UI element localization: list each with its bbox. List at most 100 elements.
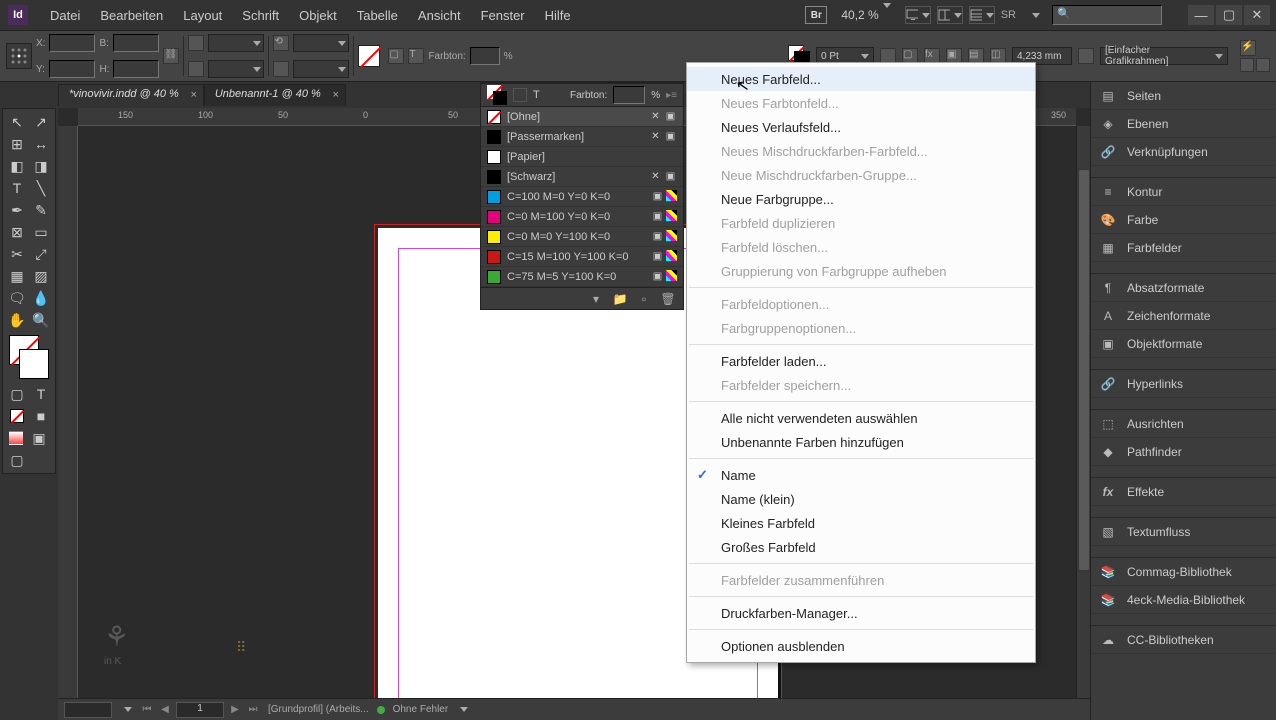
selection-tool[interactable]: ↖ bbox=[5, 111, 29, 133]
delete-swatch-icon[interactable]: 🗑 bbox=[659, 291, 677, 307]
rotate-icon[interactable]: ⟲ bbox=[273, 35, 289, 51]
menu-schrift[interactable]: Schrift bbox=[232, 2, 289, 29]
container-icon[interactable]: ▢ bbox=[388, 48, 404, 64]
note-tool[interactable]: 🗨 bbox=[5, 287, 29, 309]
text-icon[interactable]: T bbox=[408, 48, 424, 64]
preflight-profile[interactable]: [Grundprofil] (Arbeits... bbox=[268, 704, 369, 715]
swatch-row[interactable]: C=100 M=0 Y=0 K=0▣ bbox=[481, 187, 683, 207]
scale-y-icon[interactable] bbox=[188, 61, 204, 77]
doc-tab-1[interactable]: Unbenannt-1 @ 40 %× bbox=[204, 84, 346, 106]
scrollbar-vertical[interactable] bbox=[1076, 126, 1090, 698]
swatch-row[interactable]: [Ohne]✕▣ bbox=[481, 107, 683, 127]
close-icon[interactable]: × bbox=[190, 89, 196, 101]
gap-tool[interactable]: ↔ bbox=[29, 133, 53, 155]
format-container-icon[interactable]: ▢ bbox=[5, 383, 29, 405]
rectangle-frame-tool[interactable]: ⊠ bbox=[5, 221, 29, 243]
pen-tool[interactable]: ✒ bbox=[5, 199, 29, 221]
gradient-swatch-tool[interactable]: ▦ bbox=[5, 265, 29, 287]
direct-selection-tool[interactable]: ↗ bbox=[29, 111, 53, 133]
ctx-item[interactable]: Name (klein) bbox=[687, 487, 1035, 511]
menu-datei[interactable]: Datei bbox=[40, 2, 90, 29]
swatch-row[interactable]: C=0 M=0 Y=100 K=0▣ bbox=[481, 227, 683, 247]
ctx-item[interactable]: Druckfarben-Manager... bbox=[687, 601, 1035, 625]
panel-absatzformate[interactable]: ¶Absatzformate bbox=[1091, 274, 1276, 302]
ctx-item[interactable]: Neues Verlaufsfeld... bbox=[687, 115, 1035, 139]
panel-seiten[interactable]: ▤Seiten bbox=[1091, 82, 1276, 110]
ctx-item[interactable]: Kleines Farbfeld bbox=[687, 511, 1035, 535]
swatch-row[interactable]: [Papier] bbox=[481, 147, 683, 167]
pencil-tool[interactable]: ✎ bbox=[29, 199, 53, 221]
constrain-icon[interactable]: ⛓ bbox=[163, 48, 179, 64]
panel-hyperlinks[interactable]: 🔗Hyperlinks bbox=[1091, 370, 1276, 398]
panel-ausrichten[interactable]: ⬚Ausrichten bbox=[1091, 410, 1276, 438]
format-text-icon[interactable]: T bbox=[29, 383, 53, 405]
rectangle-tool[interactable]: ▭ bbox=[29, 221, 53, 243]
x-input[interactable] bbox=[49, 34, 95, 52]
h-input[interactable] bbox=[113, 60, 159, 78]
swatch-row[interactable]: C=75 M=5 Y=100 K=0▣ bbox=[481, 267, 683, 287]
page-number-input[interactable]: 1 bbox=[176, 702, 224, 718]
panel-effekte[interactable]: fxEffekte bbox=[1091, 478, 1276, 506]
fill-stroke-swatch[interactable] bbox=[9, 335, 49, 379]
scissors-tool[interactable]: ✂ bbox=[5, 243, 29, 265]
swatch-menu-icon[interactable]: ▾ bbox=[587, 291, 605, 307]
type-tool[interactable]: T bbox=[5, 177, 29, 199]
panel-fill-stroke-icon[interactable] bbox=[487, 85, 507, 105]
view-options-icon[interactable] bbox=[969, 6, 995, 24]
mini1-icon[interactable] bbox=[1240, 58, 1254, 72]
hand-tool[interactable]: ✋ bbox=[5, 309, 29, 331]
content-collector-tool[interactable]: ◧ bbox=[5, 155, 29, 177]
panel-4eck-media-bibliothek[interactable]: 📚4eck-Media-Bibliothek bbox=[1091, 586, 1276, 614]
eyedropper-tool[interactable]: 💧 bbox=[29, 287, 53, 309]
panel-ebenen[interactable]: ◈Ebenen bbox=[1091, 110, 1276, 138]
view-mode-normal-icon[interactable]: ▣ bbox=[27, 427, 51, 449]
y-input[interactable] bbox=[49, 60, 95, 78]
ctx-item[interactable]: Unbenannte Farben hinzufügen bbox=[687, 430, 1035, 454]
arrange-docs-icon[interactable] bbox=[937, 6, 963, 24]
panel-objektformate[interactable]: ▣Objektformate bbox=[1091, 330, 1276, 358]
panel-farbfelder[interactable]: ▦Farbfelder bbox=[1091, 234, 1276, 262]
apply-gradient-icon[interactable] bbox=[9, 431, 23, 445]
view-mode-preview-icon[interactable]: ▢ bbox=[5, 449, 29, 471]
panel-cc-bibliotheken[interactable]: ☁CC-Bibliotheken bbox=[1091, 626, 1276, 654]
ctx-item[interactable]: ✓Name bbox=[687, 463, 1035, 487]
scale-x-input[interactable] bbox=[208, 34, 264, 52]
apply-none-icon[interactable] bbox=[5, 405, 29, 427]
screen-mode-icon[interactable] bbox=[905, 6, 931, 24]
free-transform-tool[interactable]: ⤢ bbox=[29, 243, 53, 265]
shear-icon[interactable] bbox=[273, 61, 289, 77]
ctx-item[interactable]: Alle nicht verwendeten auswählen bbox=[687, 406, 1035, 430]
zoom-tool[interactable]: 🔍 bbox=[29, 309, 53, 331]
swatch-row[interactable]: C=0 M=100 Y=0 K=0▣ bbox=[481, 207, 683, 227]
close-button[interactable]: ✕ bbox=[1244, 5, 1270, 25]
next-page-button[interactable]: ▶ bbox=[228, 703, 242, 717]
frame-type-select[interactable]: [Einfacher Grafikrahmen] bbox=[1100, 47, 1228, 65]
swatch-row[interactable]: [Schwarz]✕▣ bbox=[481, 167, 683, 187]
mini2-icon[interactable] bbox=[1256, 58, 1270, 72]
menu-fenster[interactable]: Fenster bbox=[471, 2, 535, 29]
reference-point-icon[interactable] bbox=[6, 43, 32, 69]
corner-icon[interactable] bbox=[1078, 48, 1094, 64]
rotate-input[interactable] bbox=[293, 34, 349, 52]
prev-page-button[interactable]: ◀ bbox=[158, 703, 172, 717]
new-group-icon[interactable]: 📁 bbox=[611, 291, 629, 307]
zoom-input[interactable] bbox=[64, 702, 112, 718]
search-input[interactable]: 🔍 bbox=[1052, 5, 1162, 25]
menu-objekt[interactable]: Objekt bbox=[289, 2, 347, 29]
menu-tabelle[interactable]: Tabelle bbox=[347, 2, 408, 29]
preflight-errors[interactable]: Ohne Fehler bbox=[393, 704, 449, 715]
shear-input[interactable] bbox=[293, 60, 349, 78]
ctx-item[interactable]: Optionen ausblenden bbox=[687, 634, 1035, 658]
first-page-button[interactable]: ⏮ bbox=[140, 703, 154, 717]
panel-farbe[interactable]: 🎨Farbe bbox=[1091, 206, 1276, 234]
text-mode-icon[interactable]: T bbox=[533, 89, 540, 101]
bridge-icon[interactable]: Br bbox=[805, 6, 827, 24]
panel-textumfluss[interactable]: ▧Textumfluss bbox=[1091, 518, 1276, 546]
panel-kontur[interactable]: ≡Kontur bbox=[1091, 178, 1276, 206]
swatch-row[interactable]: [Passermarken]✕▣ bbox=[481, 127, 683, 147]
close-icon[interactable]: × bbox=[332, 89, 338, 101]
w-input[interactable] bbox=[113, 34, 159, 52]
ctx-item[interactable]: Neue Farbgruppe... bbox=[687, 187, 1035, 211]
container-mode-icon[interactable] bbox=[513, 88, 527, 102]
zoom-level[interactable]: 40,2 % bbox=[833, 6, 898, 24]
